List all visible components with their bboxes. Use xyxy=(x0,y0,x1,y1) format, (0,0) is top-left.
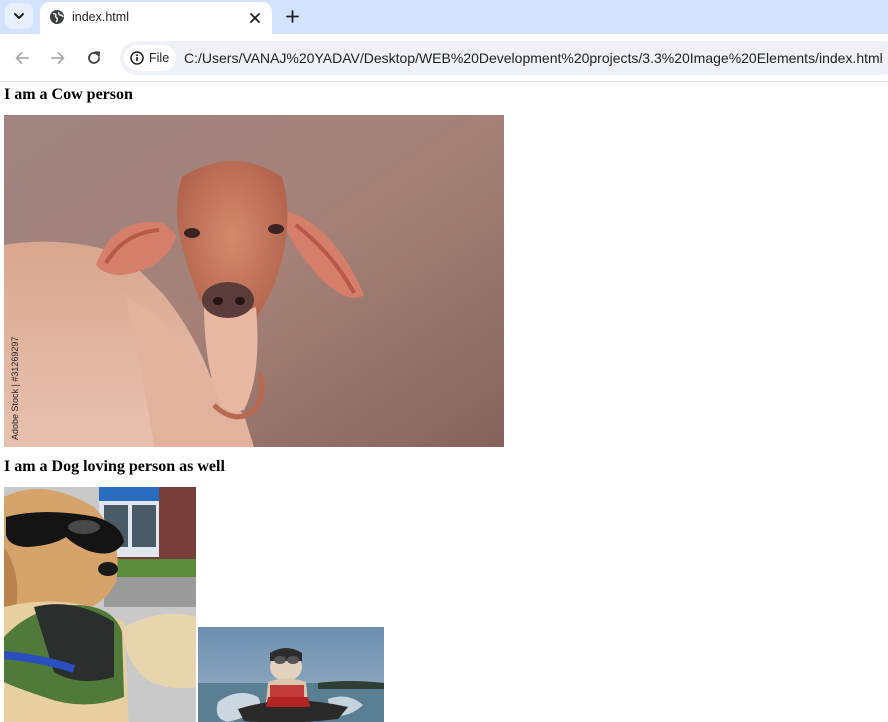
image-watermark: Adobe Stock | #31269297 xyxy=(10,337,20,440)
cow-image: Adobe Stock | #31269297 xyxy=(4,115,504,447)
site-info-button[interactable]: File xyxy=(124,45,176,71)
info-icon xyxy=(130,51,144,65)
tab-title: index.html xyxy=(72,10,129,24)
chevron-down-icon xyxy=(14,13,24,19)
plus-icon xyxy=(285,9,299,23)
reload-icon xyxy=(88,51,101,64)
heading-cow: I am a Cow person xyxy=(4,86,133,103)
globe-icon xyxy=(50,10,64,24)
tab-search-button[interactable] xyxy=(5,3,33,29)
new-tab-button[interactable] xyxy=(281,5,303,27)
browser-toolbar: File C:/Users/VANAJ%20YADAV/Desktop/WEB%… xyxy=(0,34,888,82)
dog-sunglasses-image xyxy=(4,487,196,722)
dog-jetski-image xyxy=(198,627,384,722)
tab-close-button[interactable] xyxy=(246,9,264,27)
reload-button[interactable] xyxy=(82,46,106,70)
back-button[interactable] xyxy=(10,46,34,70)
forward-button[interactable] xyxy=(46,46,70,70)
url-text[interactable]: C:/Users/VANAJ%20YADAV/Desktop/WEB%20Dev… xyxy=(184,50,883,66)
heading-dog: I am a Dog loving person as well xyxy=(4,458,225,475)
page-content: I am a Cow person Adobe Stock | #3126929… xyxy=(0,82,888,722)
tab-strip: index.html xyxy=(0,0,888,34)
close-icon xyxy=(250,13,260,23)
arrow-right-icon xyxy=(51,52,65,64)
site-info-label: File xyxy=(149,51,170,65)
arrow-left-icon xyxy=(15,52,29,64)
address-bar[interactable]: File C:/Users/VANAJ%20YADAV/Desktop/WEB%… xyxy=(120,41,888,75)
active-tab[interactable]: index.html xyxy=(40,2,272,34)
